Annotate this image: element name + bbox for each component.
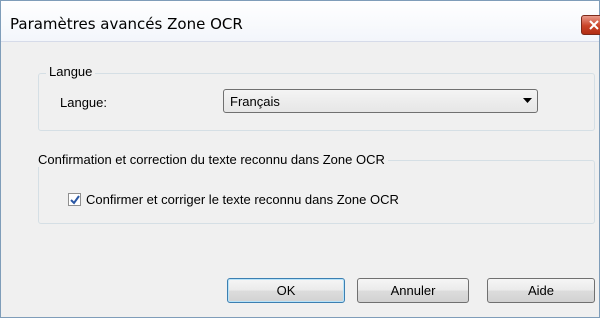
language-select[interactable]: Français (223, 89, 538, 113)
ok-button[interactable]: OK (227, 278, 345, 303)
dialog-window: Paramètres avancés Zone OCR Langue Langu… (0, 0, 600, 318)
chevron-down-icon (523, 98, 532, 103)
close-icon (589, 20, 599, 30)
confirmation-group-legend: Confirmation et correction du texte reco… (35, 152, 388, 167)
help-button[interactable]: Aide (487, 278, 595, 303)
title-bar[interactable]: Paramètres avancés Zone OCR (1, 1, 600, 42)
language-label: Langue: (60, 95, 107, 110)
confirm-checkbox[interactable] (68, 193, 81, 206)
language-group-legend: Langue (46, 64, 96, 79)
window-title: Paramètres avancés Zone OCR (10, 15, 243, 33)
checkmark-icon (70, 195, 80, 205)
confirm-checkbox-label[interactable]: Confirmer et corriger le texte reconnu d… (86, 192, 399, 207)
language-select-value: Français (230, 94, 280, 109)
cancel-button[interactable]: Annuler (357, 278, 469, 303)
close-button[interactable] (581, 15, 600, 35)
